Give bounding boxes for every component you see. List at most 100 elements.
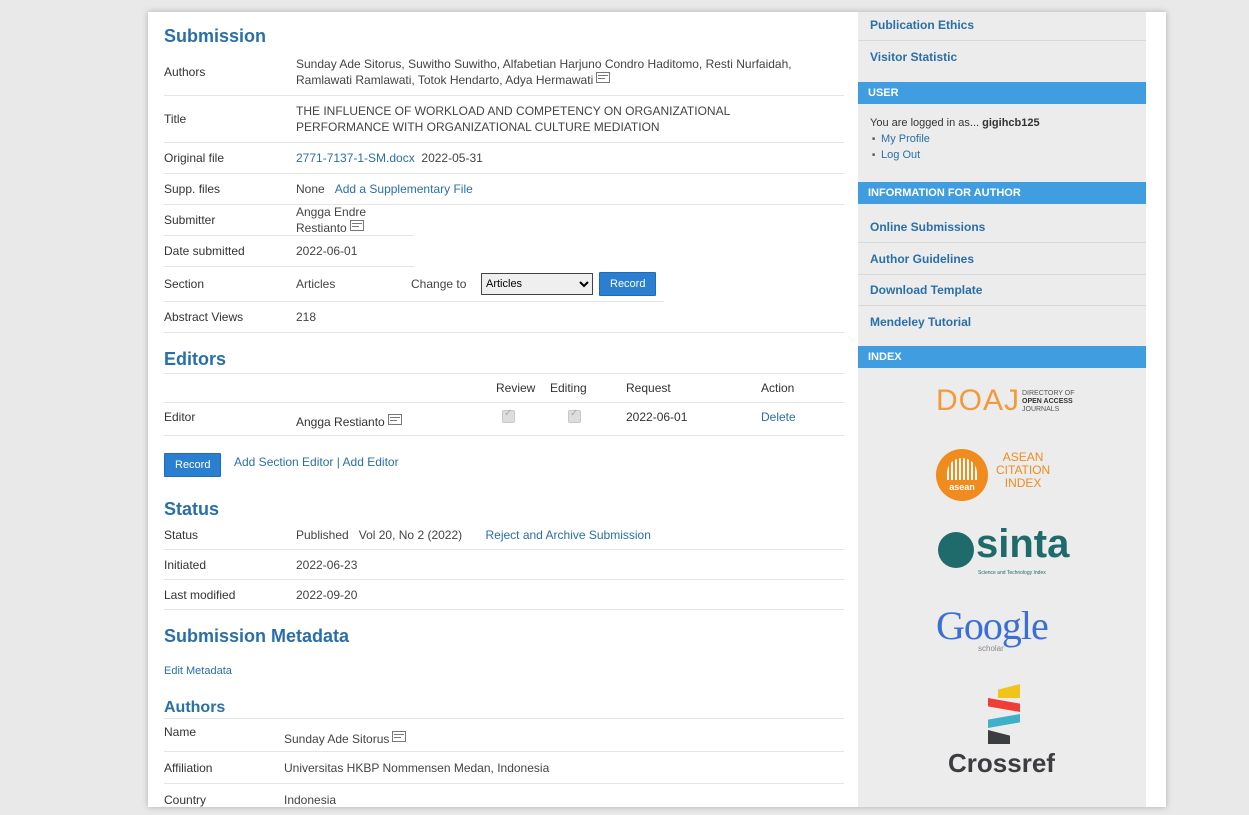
author-name-label: Name <box>164 725 197 739</box>
google-logo-text: Google <box>936 603 1049 648</box>
editors-heading: Editors <box>164 349 227 369</box>
submitter-row: Submitter Angga Endre Restianto <box>164 205 414 236</box>
authors-row: Authors Sunday Ade Sitorus, Suwitho Suwi… <box>164 48 844 96</box>
country-label: Country <box>164 792 207 807</box>
country-value: Indonesia <box>284 792 337 807</box>
edit-metadata-link[interactable]: Edit Metadata <box>164 665 232 677</box>
log-out-link[interactable]: Log Out <box>872 149 920 161</box>
section-select[interactable]: Articles <box>481 273 593 295</box>
authors-value: Sunday Ade Sitorus, Suwitho Suwitho, Alf… <box>296 56 792 87</box>
add-supplementary-file-link[interactable]: Add a Supplementary File <box>335 182 473 196</box>
sinta-globe-icon <box>938 532 974 568</box>
editor-row: Editor Angga Restianto 2022-06-01 Delete <box>164 403 844 436</box>
doaj-logo-text: DOAJ <box>936 384 1021 417</box>
submission-heading: Submission <box>164 26 267 46</box>
sidebar-mendeley-tutorial[interactable]: Mendeley Tutorial <box>870 315 971 329</box>
google-scholar-logo[interactable]: Google scholar <box>936 602 1076 662</box>
asean-emblem-icon: asean <box>936 449 988 501</box>
col-editing: Editing <box>550 381 587 395</box>
email-icon[interactable] <box>392 731 407 742</box>
username: gigihcb125 <box>982 117 1040 129</box>
last-modified-row: Last modified 2022-09-20 <box>164 580 844 610</box>
status-value: Published <box>296 528 349 542</box>
editor-name: Angga Restianto <box>296 415 385 429</box>
divider <box>858 40 1146 41</box>
metadata-heading: Submission Metadata <box>164 626 350 646</box>
supp-files-value: None <box>296 182 325 196</box>
logged-in-text: You are logged in as... gigihcb125 <box>870 117 1040 129</box>
original-file-link[interactable]: 2771-7137-1-SM.docx <box>296 151 415 165</box>
status-heading: Status <box>164 499 220 519</box>
asean-badge: asean <box>949 482 975 492</box>
initiated-label: Initiated <box>164 557 207 572</box>
add-section-editor-link[interactable]: Add Section Editor <box>234 455 333 469</box>
editors-header-row: Review Editing Request Action <box>164 373 844 403</box>
add-editor-link[interactable]: Add Editor <box>343 455 399 469</box>
date-submitted-value: 2022-06-01 <box>296 244 358 258</box>
affiliation-value: Universitas HKBP Nommensen Medan, Indone… <box>284 760 550 775</box>
abstract-views-label: Abstract Views <box>164 310 244 324</box>
submitter-label: Submitter <box>164 213 216 227</box>
country-row: Country Indonesia <box>164 784 844 815</box>
delete-editor-link[interactable]: Delete <box>761 410 796 424</box>
authors-label: Authors <box>164 64 206 79</box>
sidebar-online-submissions[interactable]: Online Submissions <box>870 220 985 234</box>
section-row: Section Articles Change to Articles Reco… <box>164 267 664 302</box>
editors-table: Review Editing Request Action Editor Ang… <box>164 373 844 436</box>
editor-links-separator: | <box>336 455 340 469</box>
sidebar-download-template[interactable]: Download Template <box>870 283 982 297</box>
sidebar-visitor-statistic[interactable]: Visitor Statistic <box>870 50 957 64</box>
submission-table: Authors Sunday Ade Sitorus, Suwitho Suwi… <box>164 48 844 333</box>
crossref-logo[interactable]: Crossref <box>936 684 1076 784</box>
issue-value: Vol 20, No 2 (2022) <box>358 528 463 542</box>
my-profile-link[interactable]: My Profile <box>872 133 930 145</box>
change-to-label: Change to <box>411 277 467 291</box>
index-heading: INDEX <box>858 346 1146 368</box>
author-table: Name Sunday Ade Sitorus Affiliation Univ… <box>164 718 844 815</box>
status-row: Status Published Vol 20, No 2 (2022) Rej… <box>164 521 844 550</box>
review-checkbox[interactable] <box>502 408 515 423</box>
title-label: Title <box>164 112 187 126</box>
divider <box>858 274 1146 275</box>
authors-heading: Authors <box>164 699 226 716</box>
section-value: Articles <box>296 277 336 291</box>
divider <box>858 242 1146 243</box>
sidebar-publication-ethics[interactable]: Publication Ethics <box>870 18 974 32</box>
original-file-label: Original file <box>164 151 225 165</box>
sinta-subtitle: Science and Technology Index <box>978 570 1046 576</box>
initiated-row: Initiated 2022-06-23 <box>164 550 844 580</box>
editors-record-button[interactable]: Record <box>164 453 222 477</box>
date-submitted-row: Date submitted 2022-06-01 <box>164 236 414 267</box>
asean-citation-index-logo[interactable]: asean ASEAN CITATION INDEX <box>936 447 1076 507</box>
divider <box>858 305 1146 306</box>
sidebar-author-guidelines[interactable]: Author Guidelines <box>870 252 974 266</box>
author-name-row: Name Sunday Ade Sitorus <box>164 718 844 752</box>
crossref-mark-icon <box>984 684 1026 744</box>
email-icon[interactable] <box>387 414 402 425</box>
info-heading: INFORMATION FOR AUTHOR <box>858 182 1146 204</box>
initiated-value: 2022-06-23 <box>296 557 358 572</box>
supp-files-label: Supp. files <box>164 182 221 196</box>
doaj-logo[interactable]: DOAJ DIRECTORY OF OPEN ACCESS JOURNALS <box>936 384 1076 424</box>
reject-archive-link[interactable]: Reject and Archive Submission <box>485 528 650 542</box>
sinta-logo-text: sinta <box>976 522 1070 566</box>
status-label: Status <box>164 528 199 542</box>
author-name-value: Sunday Ade Sitorus <box>284 732 390 746</box>
original-file-row: Original file 2771-7137-1-SM.docx 2022-0… <box>164 143 844 174</box>
editors-actions: Record Add Section Editor | Add Editor <box>164 453 399 477</box>
email-icon[interactable] <box>596 71 611 83</box>
email-icon[interactable] <box>349 220 364 231</box>
col-review: Review <box>496 381 536 395</box>
google-scholar-subtitle: scholar <box>978 644 1004 653</box>
date-submitted-label: Date submitted <box>164 244 245 258</box>
supp-files-row: Supp. files None Add a Supplementary Fil… <box>164 174 844 205</box>
last-modified-value: 2022-09-20 <box>296 587 358 602</box>
crossref-logo-text: Crossref <box>948 748 1055 778</box>
editing-checkbox[interactable] <box>568 408 581 423</box>
sinta-logo[interactable]: sinta Science and Technology Index <box>936 522 1076 582</box>
section-record-button[interactable]: Record <box>599 272 657 296</box>
col-action: Action <box>761 381 795 395</box>
abstract-views-row: Abstract Views 218 <box>164 302 844 333</box>
status-table: Status Published Vol 20, No 2 (2022) Rej… <box>164 521 844 610</box>
user-heading: USER <box>858 82 1146 104</box>
